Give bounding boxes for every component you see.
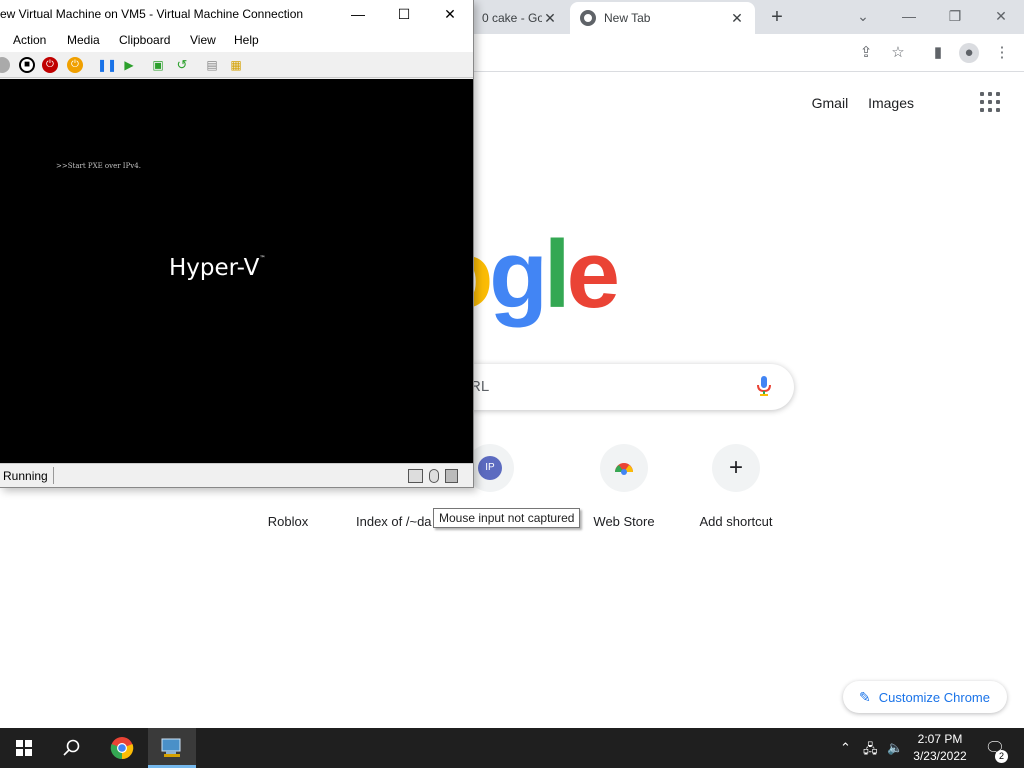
menu-action[interactable]: Action <box>13 33 46 47</box>
close-tab-icon[interactable]: ✕ <box>729 10 745 27</box>
google-logo-letter: l <box>543 221 571 328</box>
pxe-boot-text: >>Start PXE over IPv4. <box>56 162 141 170</box>
vm-statusbar: Running <box>0 463 473 487</box>
chrome-icon <box>580 10 596 26</box>
enhanced-session-icon[interactable]: ▤ <box>204 57 220 73</box>
vm-maximize-button[interactable]: ☐ <box>381 0 427 28</box>
menu-view[interactable]: View <box>190 33 216 47</box>
gmail-link[interactable]: Gmail <box>812 95 849 111</box>
search-button[interactable] <box>48 728 96 768</box>
resume-icon[interactable]: ▶ <box>121 57 137 73</box>
keyboard-icon <box>408 469 423 483</box>
vm-connection-window: ew Virtual Machine on VM5 - Virtual Mach… <box>0 0 474 488</box>
status-separator <box>53 467 54 484</box>
shortcut-tile: + <box>712 444 760 492</box>
chrome-icon <box>110 737 134 760</box>
profile-avatar-icon[interactable]: ● <box>959 43 979 63</box>
shut-down-icon[interactable]: ⏻ <box>42 57 58 73</box>
start-button[interactable] <box>0 728 48 768</box>
menu-help[interactable]: Help <box>234 33 259 47</box>
taskbar-vm-connection[interactable] <box>148 728 196 768</box>
mouse-icon <box>429 469 439 483</box>
taskbar-chrome[interactable] <box>98 728 146 768</box>
vm-display[interactable]: >>Start PXE over IPv4. Hyper-V™ <box>0 79 473 463</box>
bookmark-star-icon[interactable]: ☆ <box>888 43 908 63</box>
vm-minimize-button[interactable]: — <box>335 0 381 28</box>
images-link[interactable]: Images <box>868 95 914 111</box>
new-tab-button[interactable]: + <box>766 6 788 28</box>
windows-taskbar: ⌃ 🖧 🔈 2:07 PM 3/23/2022 🗨 2 <box>0 728 1024 768</box>
vm-status-text: Running <box>3 469 48 483</box>
tab-title: New Tab <box>604 11 651 25</box>
plus-icon: + <box>728 454 743 481</box>
close-window-button[interactable]: ✕ <box>978 2 1024 30</box>
vm-window-title: ew Virtual Machine on VM5 - Virtual Mach… <box>0 7 304 21</box>
share-icon[interactable]: ▦ <box>228 57 244 73</box>
close-tab-icon[interactable]: ✕ <box>542 10 558 27</box>
revert-icon[interactable]: ↺ <box>174 57 190 73</box>
save-state-icon[interactable]: ⏻ <box>67 57 83 73</box>
shortcut-web-store[interactable]: Web Store <box>568 444 680 529</box>
tab-new-tab[interactable]: New Tab ✕ <box>570 2 755 34</box>
shortcut-label: Add shortcut <box>699 514 773 529</box>
checkpoint-icon[interactable]: ▣ <box>150 57 166 73</box>
vm-toolbar: ■ ⏻ ⏻ ❚❚ ▶ ▣ ↺ ▤ ▦ <box>0 52 473 78</box>
menu-kebab-icon[interactable]: ⋮ <box>992 43 1012 63</box>
menu-media[interactable]: Media <box>67 33 100 47</box>
system-clock[interactable]: 2:07 PM 3/23/2022 <box>910 731 970 765</box>
mouse-capture-tooltip: Mouse input not captured <box>433 508 581 528</box>
notifications-button[interactable]: 🗨 2 <box>980 728 1010 768</box>
vm-menubar: Action Media Clipboard View Help <box>0 28 473 52</box>
shortcut-label: Web Store <box>593 514 655 529</box>
tab-search-icon[interactable]: ⌄ <box>840 2 886 30</box>
clock-time: 2:07 PM <box>917 732 963 746</box>
ip-badge: IP <box>478 456 502 480</box>
google-logo-letter: g <box>489 221 548 328</box>
google-apps-icon[interactable] <box>980 92 1000 112</box>
shortcut-add[interactable]: + Add shortcut <box>680 444 792 529</box>
side-panel-icon[interactable]: ▮ <box>928 43 948 63</box>
vm-titlebar[interactable]: ew Virtual Machine on VM5 - Virtual Mach… <box>0 0 473 28</box>
shortcut-label: Roblox <box>267 514 309 529</box>
volume-icon[interactable]: 🔈 <box>887 740 903 756</box>
top-links: Gmail Images <box>796 95 914 111</box>
tab-title: 0 cake - Goo <box>482 11 542 25</box>
trademark-mark: ™ <box>259 255 266 262</box>
customize-chrome-button[interactable]: ✎ Customize Chrome <box>843 681 1007 713</box>
minimize-button[interactable]: — <box>886 2 932 30</box>
windows-logo-icon <box>16 740 32 756</box>
customize-label: Customize Chrome <box>878 689 990 705</box>
lock-icon <box>445 469 458 483</box>
ctrl-alt-del-icon[interactable] <box>0 57 10 73</box>
share-icon[interactable]: ⇪ <box>856 43 876 63</box>
vm-connection-icon <box>161 738 181 757</box>
microphone-icon[interactable] <box>757 376 771 396</box>
google-logo-letter: e <box>566 221 620 328</box>
restore-button[interactable]: ❐ <box>932 2 978 30</box>
hyperv-logo-text: Hyper-V <box>169 255 260 281</box>
notification-count-badge: 2 <box>995 750 1008 763</box>
pause-icon[interactable]: ❚❚ <box>97 57 117 73</box>
clock-date: 3/23/2022 <box>913 749 967 763</box>
pencil-icon: ✎ <box>859 688 871 705</box>
menu-clipboard[interactable]: Clipboard <box>119 33 170 47</box>
web-store-icon <box>615 463 633 475</box>
search-icon <box>63 739 80 756</box>
shortcut-tile <box>600 444 648 492</box>
vm-close-button[interactable]: ✕ <box>427 0 473 28</box>
hyperv-logo: Hyper-V™ <box>169 255 265 281</box>
turn-off-icon[interactable]: ■ <box>19 57 35 73</box>
show-hidden-icons-chevron-icon[interactable]: ⌃ <box>840 740 851 756</box>
network-icon[interactable]: 🖧 <box>863 740 878 762</box>
tab-cake-search[interactable]: 0 cake - Goo ✕ <box>472 2 568 34</box>
